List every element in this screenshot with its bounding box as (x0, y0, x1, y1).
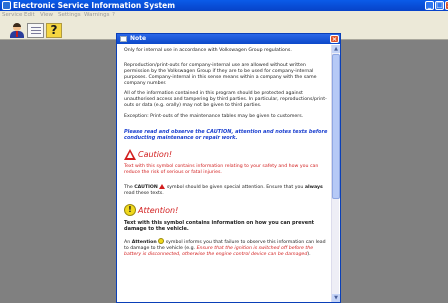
attention-note: An Attention symbol informs you that fai… (124, 238, 330, 258)
help-icon[interactable]: ? (46, 23, 62, 38)
paragraph-usage: Only for internal use in accordance with… (124, 48, 292, 53)
menu-help[interactable]: ? (112, 12, 115, 18)
attention-circle-icon: ! (124, 204, 136, 216)
menu-settings[interactable]: Settings (58, 12, 81, 18)
main-titlebar: Electronic Service Information System _ … (0, 0, 448, 11)
caution-note: The CAUTION symbol should be given speci… (124, 184, 330, 197)
attention-note-a: An (124, 240, 131, 245)
paragraph-read-observe: Please read and observe the CAUTION, att… (124, 129, 328, 141)
paragraph-exception: Exception: Print-outs of the maintenance… (124, 114, 304, 119)
caution-note-c: symbol should be given special attention… (166, 185, 304, 190)
note-dialog: Note × Only for internal use in accordan… (116, 33, 341, 303)
attention-heading-text: Attention! (138, 206, 179, 215)
attention-inline-icon (158, 238, 165, 244)
scroll-thumb[interactable] (332, 54, 340, 199)
caution-note-d: always (304, 185, 323, 190)
caution-note-e: read these texts. (124, 191, 164, 196)
dialog-titlebar: Note × (117, 34, 340, 44)
person-icon[interactable] (9, 23, 25, 38)
scroll-up-icon[interactable]: ▲ (332, 45, 340, 53)
minimize-button[interactable]: _ (425, 1, 434, 10)
dialog-close-button[interactable]: × (330, 35, 339, 43)
note-icon (120, 36, 127, 42)
paragraph-protection: All of the information contained in this… (124, 91, 327, 108)
menu-view[interactable]: View (40, 12, 53, 18)
menu-bar: Service Edit View Settings Warnings ? (0, 11, 448, 20)
caution-text: Text with this symbol contains informati… (124, 164, 319, 175)
caution-heading: Caution! (124, 148, 244, 162)
menu-service[interactable]: Service (2, 12, 22, 18)
dialog-scrollbar[interactable]: ▲ ▼ (331, 45, 340, 302)
caution-inline-icon (159, 184, 166, 189)
menu-edit[interactable]: Edit (24, 12, 35, 18)
attention-text: Text with this symbol contains informati… (124, 220, 315, 232)
menu-warnings[interactable]: Warnings (84, 12, 109, 18)
caution-heading-text: Caution! (138, 150, 173, 159)
document-icon[interactable] (27, 23, 44, 38)
dialog-title: Note (130, 35, 147, 42)
paragraph-reproduction: Reproduction/print-outs for company-inte… (124, 63, 317, 86)
caution-note-a: The (124, 185, 133, 190)
window-title: Electronic Service Information System (13, 1, 176, 10)
app-icon (2, 1, 11, 10)
maximize-button[interactable]: □ (435, 1, 444, 10)
scroll-down-icon[interactable]: ▼ (332, 294, 340, 302)
attention-note-b: Attention (131, 240, 157, 245)
caution-triangle-icon (124, 149, 136, 160)
caution-note-b: CAUTION (134, 185, 158, 190)
attention-heading: ! Attention! (124, 204, 244, 218)
dialog-content: Only for internal use in accordance with… (124, 46, 330, 302)
attention-note-e: ). (307, 252, 311, 257)
